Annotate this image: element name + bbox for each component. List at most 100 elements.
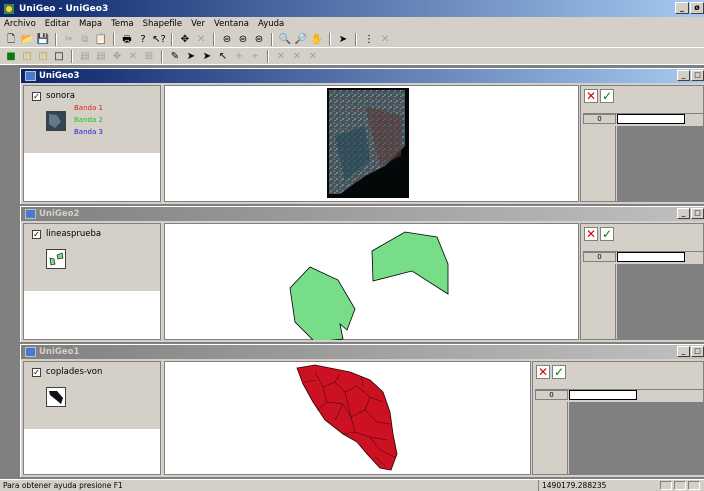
vertex-pointer-icon[interactable]: ➤ bbox=[200, 50, 214, 63]
map-window-icon bbox=[25, 347, 36, 357]
edit-feature-icon[interactable]: □ bbox=[20, 50, 34, 63]
accept-edit-button[interactable]: ✓ bbox=[600, 89, 614, 103]
menu-shapefile[interactable]: Shapefile bbox=[143, 19, 183, 29]
copy-icon[interactable]: ⧉ bbox=[78, 33, 92, 46]
child-restore-button[interactable]: □ bbox=[691, 346, 704, 357]
grid-cell[interactable] bbox=[617, 252, 685, 262]
zoom-in-icon[interactable]: 🔍 bbox=[278, 33, 292, 46]
toolbar-separator bbox=[113, 32, 115, 46]
toolbar-separator bbox=[55, 32, 57, 46]
layer-name[interactable]: sonora bbox=[46, 91, 75, 101]
grid-cell[interactable] bbox=[569, 390, 637, 400]
delete-segment-icon[interactable]: ✕ bbox=[290, 50, 304, 63]
menu-mapa[interactable]: Mapa bbox=[79, 19, 102, 29]
child-title-bar[interactable]: UniGeo1 _ □ bbox=[21, 345, 704, 359]
add-layer-icon[interactable]: ✥ bbox=[178, 33, 192, 46]
grid-row-header: 0 bbox=[535, 390, 568, 400]
raster-thumbnail bbox=[46, 111, 66, 131]
empty-box-icon[interactable]: □ bbox=[52, 50, 66, 63]
cancel-edit-button[interactable]: ✕ bbox=[584, 89, 598, 103]
toolbar-separator bbox=[171, 32, 173, 46]
context-help-icon[interactable]: ↖? bbox=[152, 33, 166, 46]
delete-icon[interactable]: ✕ bbox=[126, 50, 140, 63]
cancel-edit-button[interactable]: ✕ bbox=[536, 365, 550, 379]
help-icon[interactable]: ? bbox=[136, 33, 150, 46]
menu-ventana[interactable]: Ventana bbox=[214, 19, 249, 29]
cut-icon[interactable]: ✂ bbox=[62, 33, 76, 46]
edit-toolbar: ■ □ □ □ ▤ ▤ ✥ ✕ ⊞ ✎ ➤ ➤ ↖ + ⌖ ✕ ✕ ✕ bbox=[0, 48, 704, 64]
remove-layer-icon[interactable]: ✕ bbox=[194, 33, 208, 46]
open-folder-icon[interactable]: 📂 bbox=[20, 33, 34, 46]
layer-visibility-checkbox[interactable]: ✓ bbox=[32, 92, 41, 101]
pencil-icon[interactable]: ✎ bbox=[168, 50, 182, 63]
app-minimize-button[interactable]: _ bbox=[675, 2, 689, 14]
child-title-bar[interactable]: UniGeo3 _ □ bbox=[21, 69, 704, 83]
feature-box-icon[interactable]: □ bbox=[36, 50, 50, 63]
delete-vertex-icon[interactable]: ✕ bbox=[274, 50, 288, 63]
move-icon[interactable]: ✥ bbox=[110, 50, 124, 63]
layer-stack-3-icon[interactable]: ⊜ bbox=[252, 33, 266, 46]
layer-name[interactable]: lineasprueba bbox=[46, 229, 101, 239]
grid-empty-area bbox=[617, 126, 703, 201]
layer-visibility-checkbox[interactable]: ✓ bbox=[32, 368, 41, 377]
print-icon[interactable]: 🖶 bbox=[120, 33, 134, 46]
accept-edit-button[interactable]: ✓ bbox=[552, 365, 566, 379]
save-icon[interactable]: 💾 bbox=[36, 33, 50, 46]
child-minimize-button[interactable]: _ bbox=[677, 208, 690, 219]
map-view[interactable] bbox=[164, 223, 579, 343]
grid-cell[interactable] bbox=[617, 114, 685, 124]
child-title-bar[interactable]: UniGeo2 _ □ bbox=[21, 207, 704, 221]
identify-icon[interactable]: ⋮ bbox=[362, 33, 376, 46]
child-minimize-button[interactable]: _ bbox=[677, 346, 690, 357]
table-edit-icon[interactable]: ▤ bbox=[94, 50, 108, 63]
attribute-grid: 0 bbox=[583, 106, 703, 126]
menu-editar[interactable]: Editar bbox=[45, 19, 70, 29]
menu-ayuda[interactable]: Ayuda bbox=[258, 19, 284, 29]
clear-selection-icon[interactable]: ✕ bbox=[378, 33, 392, 46]
pointer-icon[interactable]: ➤ bbox=[184, 50, 198, 63]
menu-archivo[interactable]: Archivo bbox=[4, 19, 36, 29]
add-feature-icon[interactable]: ■ bbox=[4, 50, 18, 63]
app-restore-button[interactable]: ø bbox=[690, 2, 704, 14]
cancel-edit-button[interactable]: ✕ bbox=[584, 227, 598, 241]
grid-header bbox=[583, 244, 703, 252]
pan-hand-icon[interactable]: ✋ bbox=[310, 33, 324, 46]
layer-name[interactable]: coplades-von bbox=[46, 367, 102, 377]
layer-stack-2-icon[interactable]: ⊜ bbox=[236, 33, 250, 46]
select-arrow-icon[interactable]: ➤ bbox=[336, 33, 350, 46]
add-vertex-icon[interactable]: + bbox=[232, 50, 246, 63]
map-view[interactable] bbox=[164, 85, 579, 202]
child-title: UniGeo1 bbox=[39, 347, 80, 357]
delete-all-icon[interactable]: ✕ bbox=[306, 50, 320, 63]
table-icon[interactable]: ▤ bbox=[78, 50, 92, 63]
layer-visibility-checkbox[interactable]: ✓ bbox=[32, 230, 41, 239]
accept-edit-button[interactable]: ✓ bbox=[600, 227, 614, 241]
toolbar-separator bbox=[213, 32, 215, 46]
toolbar-separator bbox=[329, 32, 331, 46]
menu-tema[interactable]: Tema bbox=[111, 19, 133, 29]
child-minimize-button[interactable]: _ bbox=[677, 70, 690, 81]
menu-bar: Archivo Editar Mapa Tema Shapefile Ver V… bbox=[0, 17, 704, 31]
map-view[interactable] bbox=[164, 361, 531, 475]
map-window-icon bbox=[25, 209, 36, 219]
toolbar-separator bbox=[71, 49, 73, 63]
new-file-icon[interactable]: 🗋 bbox=[4, 33, 18, 46]
status-indicator bbox=[660, 481, 672, 490]
legend-item: ✓ coplades-von bbox=[24, 362, 160, 430]
main-toolbar: 🗋 📂 💾 ✂ ⧉ 📋 🖶 ? ↖? ✥ ✕ ⊜ ⊜ ⊜ 🔍 🔎 ✋ ➤ ⋮ ✕ bbox=[0, 31, 704, 47]
band-label-2: Banda 2 bbox=[74, 116, 103, 124]
legend-panel: ✓ coplades-von bbox=[23, 361, 161, 475]
zoom-out-icon[interactable]: 🔎 bbox=[294, 33, 308, 46]
mdi-workspace: UniGeo3 _ □ ✓ sonora Banda 1 Banda 2 Ban… bbox=[0, 65, 704, 479]
layer-stack-1-icon[interactable]: ⊜ bbox=[220, 33, 234, 46]
vertex-split-icon[interactable]: ⌖ bbox=[248, 50, 262, 63]
toolbar-separator bbox=[271, 32, 273, 46]
status-bar: Para obtener ayuda presione F1 1490179.2… bbox=[0, 480, 704, 491]
paste-icon[interactable]: 📋 bbox=[94, 33, 108, 46]
attribute-panel: ✕ ✓ 0 bbox=[580, 223, 704, 340]
grid-icon[interactable]: ⊞ bbox=[142, 50, 156, 63]
vertex-edit-icon[interactable]: ↖ bbox=[216, 50, 230, 63]
child-restore-button[interactable]: □ bbox=[691, 208, 704, 219]
menu-ver[interactable]: Ver bbox=[191, 19, 205, 29]
child-restore-button[interactable]: □ bbox=[691, 70, 704, 81]
